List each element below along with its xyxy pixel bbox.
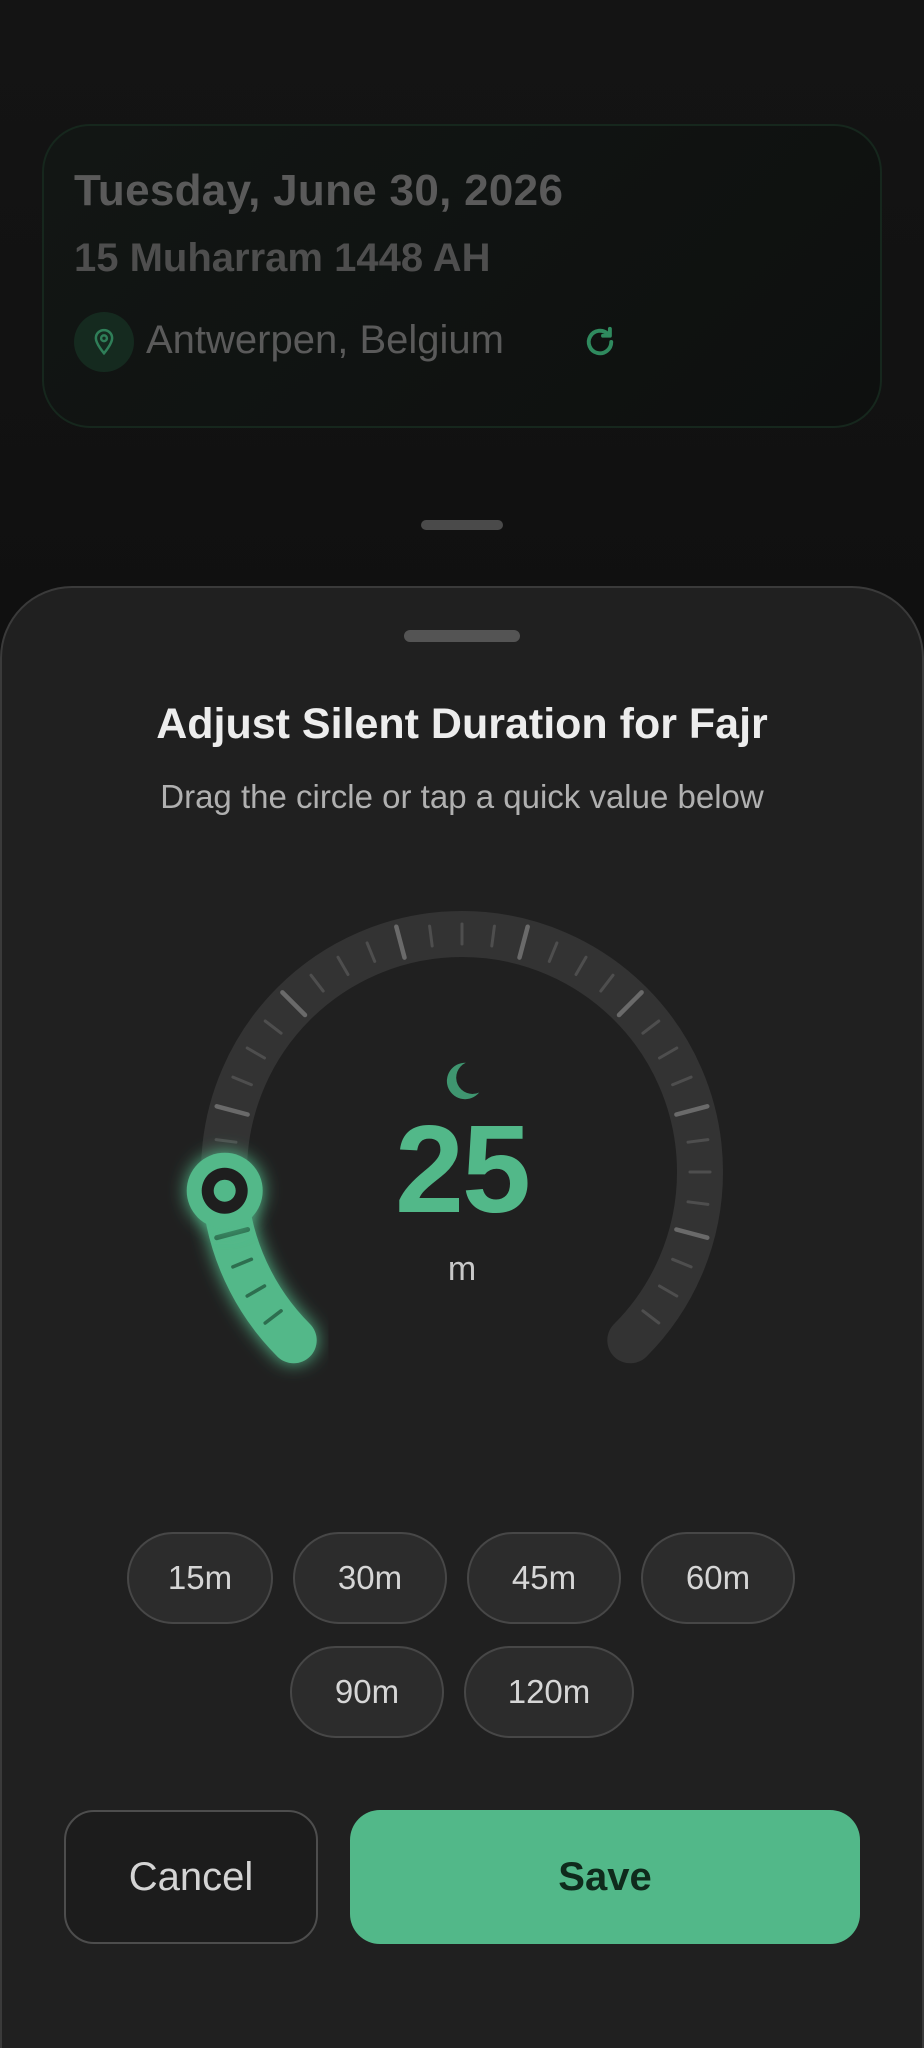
background-handle	[421, 520, 503, 530]
location-label: Antwerpen, Belgium	[146, 318, 504, 362]
sheet-subtitle: Drag the circle or tap a quick value bel…	[160, 778, 764, 815]
moon-icon	[438, 1058, 484, 1104]
quick-value-90m[interactable]: 90m	[290, 1646, 444, 1738]
quick-value-15m[interactable]: 15m	[127, 1532, 273, 1624]
quick-value-60m[interactable]: 60m	[641, 1532, 795, 1624]
save-button[interactable]: Save	[350, 1810, 860, 1944]
quick-value-30m[interactable]: 30m	[293, 1532, 447, 1624]
sheet-title: Adjust Silent Duration for Fajr	[156, 700, 768, 748]
refresh-icon[interactable]	[580, 322, 620, 362]
quick-value-45m[interactable]: 45m	[467, 1532, 621, 1624]
hijri-date: 15 Muharram 1448 AH	[74, 236, 491, 280]
dial-unit: m	[447, 1250, 477, 1288]
dial-knob[interactable]	[186, 1152, 263, 1229]
map-pin-icon	[74, 312, 134, 372]
cancel-button[interactable]: Cancel	[64, 1810, 318, 1944]
dial-value: 25	[395, 1101, 531, 1239]
gregorian-date: Tuesday, June 30, 2026	[74, 166, 564, 215]
sheet-drag-handle[interactable]	[404, 630, 520, 642]
quick-value-120m[interactable]: 120m	[464, 1646, 634, 1738]
